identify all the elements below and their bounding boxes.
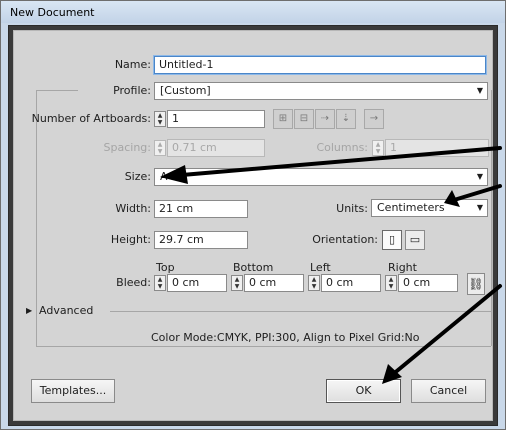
size-dropdown[interactable]: A4 ▼ — [154, 168, 488, 186]
spacing-input: 0.71 cm — [167, 139, 265, 157]
profile-value: [Custom] — [160, 84, 211, 97]
window-title: New Document — [10, 6, 95, 19]
bleed-bottom-input[interactable]: 0 cm — [244, 274, 304, 292]
arrange-by-column-icon[interactable]: ⇣ — [336, 109, 356, 129]
artboards-label: Number of Artboards: — [31, 112, 151, 125]
name-input[interactable]: Untitled-1 — [154, 56, 486, 74]
height-label: Height: — [110, 233, 151, 246]
dropdown-arrow-icon: ▼ — [476, 86, 483, 95]
bleed-left-label: Left — [310, 261, 331, 274]
orientation-label: Orientation: — [312, 233, 378, 246]
bleed-right-input[interactable]: 0 cm — [398, 274, 458, 292]
bleed-top-spinner-icon[interactable]: ▲ ▼ — [154, 275, 166, 291]
bleed-label: Bleed: — [116, 276, 151, 289]
bleed-left-input[interactable]: 0 cm — [321, 274, 381, 292]
right-to-left-icon[interactable]: → — [364, 109, 384, 129]
group-frame-left — [36, 90, 37, 346]
portrait-orientation-icon[interactable]: ▯ — [382, 230, 402, 250]
templates-button[interactable]: Templates... — [31, 379, 115, 403]
advanced-divider — [110, 311, 491, 312]
width-input[interactable]: 21 cm — [154, 200, 248, 218]
dropdown-arrow-icon: ▼ — [476, 172, 483, 181]
dropdown-arrow-icon: ▼ — [476, 203, 483, 212]
document-summary: Color Mode:CMYK, PPI:300, Align to Pixel… — [151, 331, 420, 344]
name-label: Name: — [114, 58, 151, 71]
disclosure-triangle-icon[interactable]: ▶ — [26, 306, 32, 315]
grid-by-column-icon[interactable]: ⊟ — [294, 109, 314, 129]
artboards-input[interactable]: 1 — [167, 110, 265, 128]
units-dropdown[interactable]: Centimeters ▼ — [371, 199, 488, 217]
profile-label: Profile: — [113, 84, 151, 97]
landscape-orientation-icon[interactable]: ▭ — [405, 230, 425, 250]
arrange-by-row-icon[interactable]: ⇢ — [315, 109, 335, 129]
spinner-arrows-icon[interactable]: ▲ ▼ — [154, 111, 166, 127]
height-input[interactable]: 29.7 cm — [154, 231, 248, 249]
title-bar[interactable]: New Document — [1, 1, 505, 23]
spacing-spinner-icon: ▲ ▼ — [154, 140, 166, 156]
ok-button[interactable]: OK — [326, 379, 401, 403]
new-document-dialog: New Document Name: Untitled-1 Profile: [… — [0, 0, 506, 430]
bleed-top-label: Top — [156, 261, 175, 274]
bleed-bottom-spinner-icon[interactable]: ▲ ▼ — [231, 275, 243, 291]
advanced-toggle[interactable]: Advanced — [39, 304, 93, 317]
grid-by-row-icon[interactable]: ⊞ — [273, 109, 293, 129]
bleed-left-spinner-icon[interactable]: ▲ ▼ — [308, 275, 320, 291]
size-label: Size: — [124, 170, 151, 183]
columns-spinner-icon: ▲ ▼ — [372, 140, 384, 156]
dialog-body: Name: Untitled-1 Profile: [Custom] ▼ Num… — [8, 25, 498, 426]
units-label: Units: — [336, 202, 368, 215]
link-bleed-icon[interactable]: ⛓ — [467, 273, 485, 295]
spacing-label: Spacing: — [103, 141, 151, 154]
columns-input: 1 — [385, 139, 489, 157]
bleed-right-spinner-icon[interactable]: ▲ ▼ — [385, 275, 397, 291]
profile-dropdown[interactable]: [Custom] ▼ — [154, 82, 488, 100]
group-frame-bottom — [36, 346, 491, 347]
width-label: Width: — [115, 202, 151, 215]
units-value: Centimeters — [377, 201, 445, 214]
bleed-top-input[interactable]: 0 cm — [167, 274, 227, 292]
columns-label: Columns: — [316, 141, 368, 154]
bleed-bottom-label: Bottom — [233, 261, 274, 274]
group-frame-top — [36, 90, 78, 91]
cancel-button[interactable]: Cancel — [411, 379, 486, 403]
size-value: A4 — [160, 170, 175, 183]
settings-panel: Name: Untitled-1 Profile: [Custom] ▼ Num… — [13, 30, 493, 421]
bleed-right-label: Right — [388, 261, 417, 274]
group-frame-right — [491, 90, 492, 346]
